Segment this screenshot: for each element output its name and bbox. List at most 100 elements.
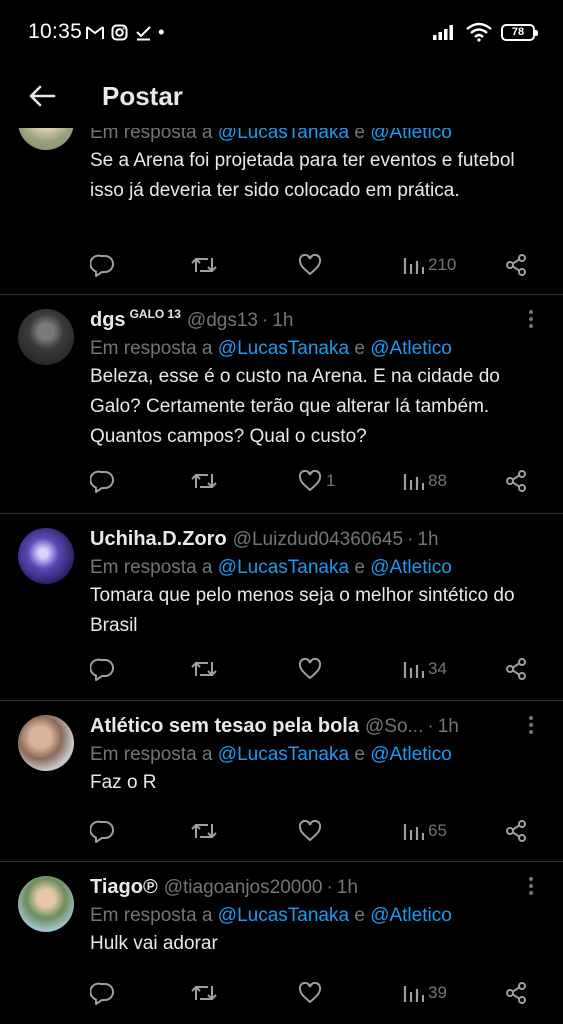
views-count: 88 bbox=[428, 471, 447, 490]
reply-button[interactable] bbox=[90, 978, 116, 1008]
tweet-header: Atlético sem tesao pela bola @So... · 1h bbox=[90, 715, 459, 738]
top-app-bar: Postar bbox=[0, 64, 563, 128]
display-name[interactable]: Tiago℗ bbox=[90, 876, 158, 899]
mention-link[interactable]: @Atletico bbox=[370, 338, 452, 359]
tweet-text: Tomara que pelo menos seja o melhor sint… bbox=[90, 585, 515, 636]
heart-icon bbox=[298, 470, 322, 492]
replying-to: Em resposta a @LucasTanaka e @Atletico bbox=[90, 557, 452, 578]
share-icon bbox=[506, 470, 526, 492]
reply-button[interactable] bbox=[90, 466, 116, 496]
mention-link[interactable]: @LucasTanaka bbox=[218, 905, 349, 926]
like-button[interactable] bbox=[298, 250, 322, 280]
views-button[interactable]: 39 bbox=[402, 978, 447, 1008]
replies-feed: Em resposta a @LucasTanaka e @Atletico S… bbox=[0, 128, 563, 1024]
mention-link[interactable]: @Atletico bbox=[370, 744, 452, 765]
reply-icon bbox=[90, 254, 114, 277]
avatar[interactable] bbox=[18, 715, 74, 771]
tweet-item[interactable]: dgs GALO 13 @dgs13 · 1h Em resposta a @L… bbox=[0, 295, 563, 514]
avatar[interactable] bbox=[18, 309, 74, 365]
heart-icon bbox=[298, 254, 322, 276]
tweet-actions: 210 bbox=[90, 250, 537, 280]
status-dot: • bbox=[158, 21, 165, 42]
tweet-actions: 1 88 bbox=[90, 466, 537, 496]
like-button[interactable] bbox=[298, 654, 322, 684]
user-handle[interactable]: @So... bbox=[365, 716, 423, 738]
signal-icon bbox=[433, 25, 453, 40]
display-name[interactable]: Atlético sem tesao pela bola bbox=[90, 715, 359, 738]
mention-link[interactable]: @Atletico bbox=[370, 557, 452, 578]
reply-button[interactable] bbox=[90, 816, 116, 846]
retweet-button[interactable] bbox=[190, 250, 218, 280]
tweet-actions: 65 bbox=[90, 816, 537, 846]
like-button[interactable] bbox=[298, 816, 322, 846]
page-title: Postar bbox=[102, 80, 183, 111]
share-icon bbox=[506, 254, 526, 276]
battery-level: 78 bbox=[511, 26, 525, 38]
views-icon bbox=[403, 824, 424, 840]
back-button[interactable] bbox=[22, 76, 62, 116]
retweet-button[interactable] bbox=[190, 654, 218, 684]
share-button[interactable] bbox=[504, 250, 528, 280]
retweet-button[interactable] bbox=[190, 816, 218, 846]
mention-link[interactable]: @LucasTanaka bbox=[218, 744, 349, 765]
tweet-item[interactable]: Em resposta a @LucasTanaka e @Atletico S… bbox=[0, 128, 563, 295]
tweet-time: 1h bbox=[272, 310, 294, 331]
views-count: 65 bbox=[428, 821, 447, 840]
views-icon bbox=[403, 474, 424, 490]
mention-link[interactable]: @Atletico bbox=[370, 905, 452, 926]
tweet-time: 1h bbox=[336, 877, 358, 898]
tweet-item[interactable]: Tiago℗ @tiagoanjos20000 · 1h Em resposta… bbox=[0, 862, 563, 1024]
reply-icon bbox=[90, 982, 114, 1005]
tweet-actions: 34 bbox=[90, 654, 537, 684]
tweet-header: dgs GALO 13 @dgs13 · 1h bbox=[90, 309, 294, 332]
share-button[interactable] bbox=[504, 654, 528, 684]
reply-button[interactable] bbox=[90, 654, 116, 684]
user-handle[interactable]: @Luizdud04360645 bbox=[233, 529, 403, 551]
views-button[interactable]: 34 bbox=[402, 654, 447, 684]
replying-to: Em resposta a @LucasTanaka e @Atletico bbox=[90, 128, 543, 144]
tweet-text: Beleza, esse é o custo na Arena. E na ci… bbox=[90, 366, 500, 447]
gmail-icon bbox=[86, 25, 105, 39]
retweet-button[interactable] bbox=[190, 466, 218, 496]
tweet-text: Se a Arena foi projetada para ter evento… bbox=[90, 150, 515, 201]
reply-icon bbox=[90, 658, 114, 681]
replying-to: Em resposta a @LucasTanaka e @Atletico bbox=[90, 338, 452, 359]
mention-link[interactable]: @Atletico bbox=[370, 128, 452, 143]
mention-link[interactable]: @LucasTanaka bbox=[218, 557, 349, 578]
heart-icon bbox=[298, 658, 322, 680]
retweet-icon bbox=[191, 257, 217, 273]
retweet-icon bbox=[191, 473, 217, 489]
likes-count: 1 bbox=[326, 471, 336, 490]
like-button[interactable]: 1 bbox=[298, 466, 335, 496]
share-icon bbox=[506, 658, 526, 680]
views-icon bbox=[403, 258, 424, 274]
status-time: 10:35 bbox=[28, 20, 83, 43]
avatar[interactable] bbox=[18, 528, 74, 584]
retweet-icon bbox=[191, 985, 217, 1001]
tweet-item[interactable]: Atlético sem tesao pela bola @So... · 1h… bbox=[0, 701, 563, 862]
share-icon bbox=[506, 982, 526, 1004]
display-name[interactable]: Uchiha.D.Zoro bbox=[90, 528, 227, 551]
mention-link[interactable]: @LucasTanaka bbox=[218, 128, 349, 143]
avatar[interactable] bbox=[18, 128, 74, 150]
like-button[interactable] bbox=[298, 978, 322, 1008]
views-button[interactable]: 65 bbox=[402, 816, 447, 846]
notification-icons bbox=[86, 24, 152, 41]
battery-icon: 78 bbox=[501, 23, 538, 41]
retweet-icon bbox=[191, 661, 217, 677]
display-name[interactable]: dgs bbox=[90, 309, 126, 332]
avatar[interactable] bbox=[18, 876, 74, 932]
views-button[interactable]: 88 bbox=[402, 466, 447, 496]
reply-icon bbox=[90, 820, 114, 843]
reply-button[interactable] bbox=[90, 250, 116, 280]
share-button[interactable] bbox=[504, 816, 528, 846]
mention-link[interactable]: @LucasTanaka bbox=[218, 338, 349, 359]
user-handle[interactable]: @dgs13 bbox=[187, 310, 258, 332]
user-handle[interactable]: @tiagoanjos20000 bbox=[164, 877, 323, 899]
retweet-button[interactable] bbox=[190, 978, 218, 1008]
replying-to: Em resposta a @LucasTanaka e @Atletico bbox=[90, 744, 452, 765]
share-button[interactable] bbox=[504, 466, 528, 496]
views-button[interactable]: 210 bbox=[402, 250, 456, 280]
tweet-item[interactable]: Uchiha.D.Zoro @Luizdud04360645 · 1h Em r… bbox=[0, 514, 563, 701]
share-button[interactable] bbox=[504, 978, 528, 1008]
